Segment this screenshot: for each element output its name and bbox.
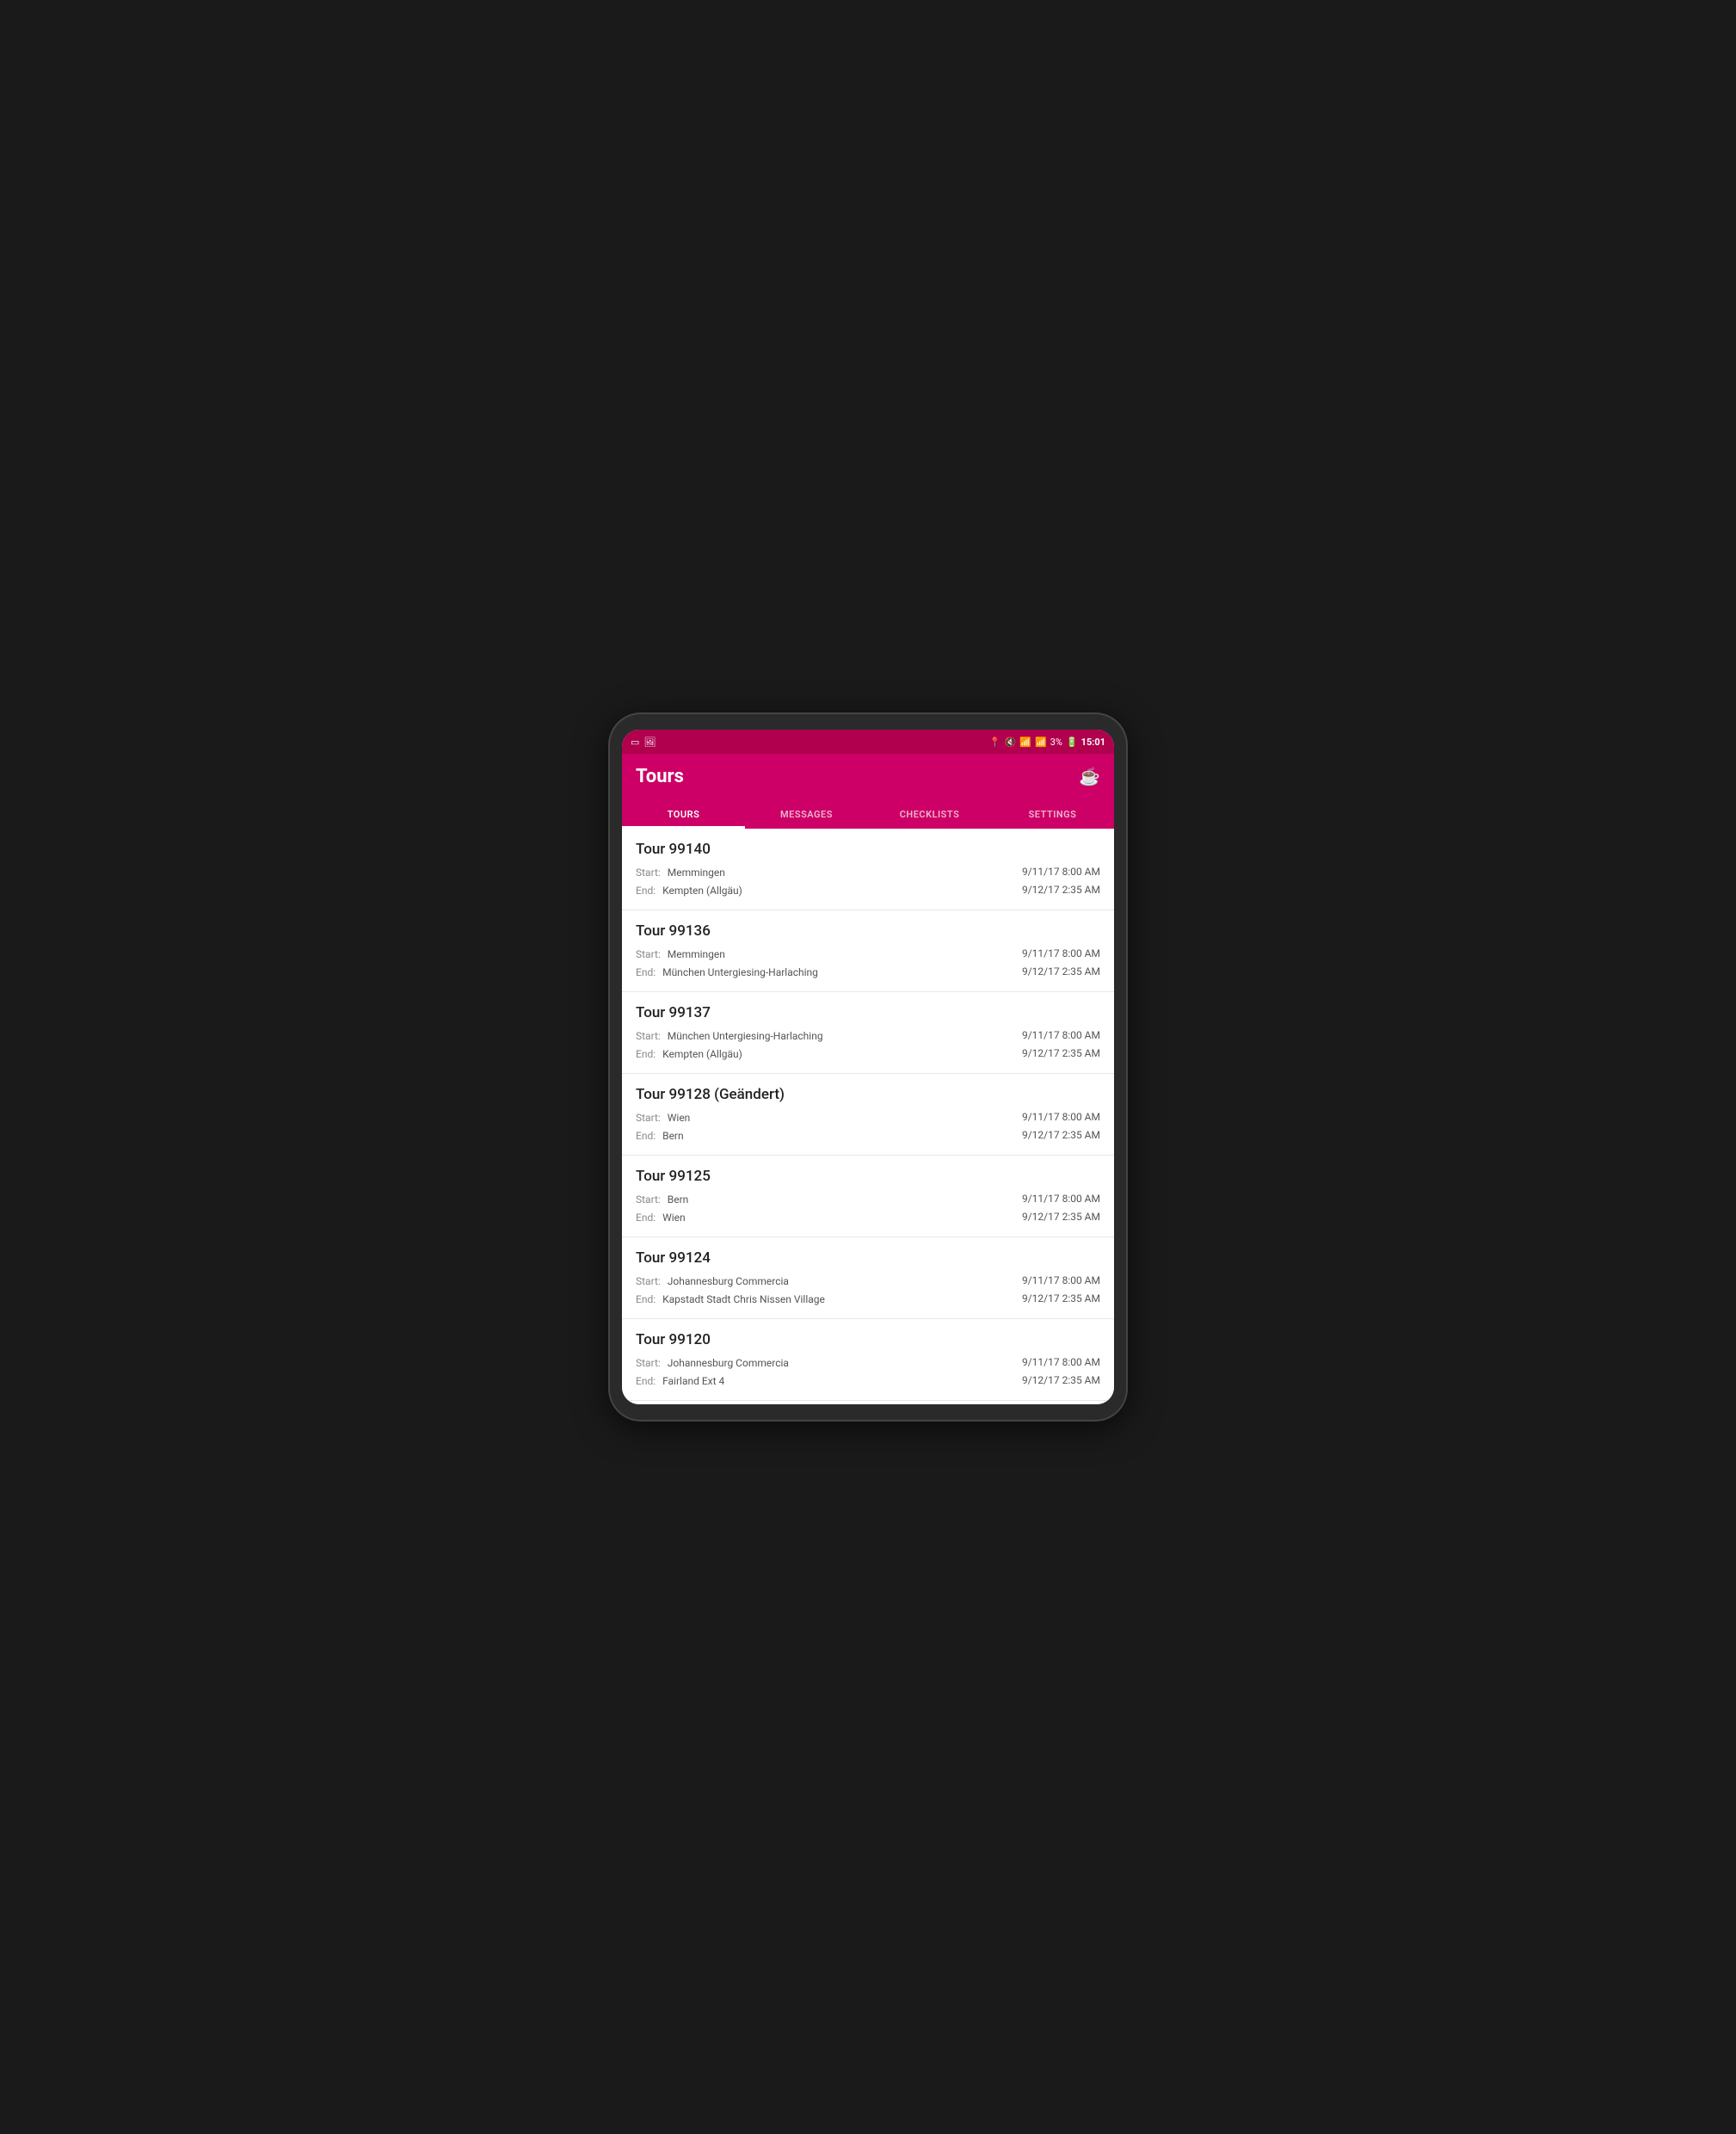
tour-end-location: End: Kapstadt Stadt Chris Nissen Village xyxy=(636,1290,825,1306)
tour-end-date: 9/12/17 2:35 AM xyxy=(1022,1292,1100,1304)
tour-end-row: End: Bern 9/12/17 2:35 AM xyxy=(636,1126,1100,1143)
tab-checklists[interactable]: CHECKLISTS xyxy=(868,799,991,829)
tour-start-location: Start: Memmingen xyxy=(636,863,725,879)
tour-item[interactable]: Tour 99125 Start: Bern 9/11/17 8:00 AM E… xyxy=(622,1156,1114,1237)
tour-title: Tour 99136 xyxy=(636,922,1100,940)
tour-item[interactable]: Tour 99136 Start: Memmingen 9/11/17 8:00… xyxy=(622,910,1114,992)
tour-start-date: 9/11/17 8:00 AM xyxy=(1022,1111,1100,1123)
tab-settings[interactable]: SETTINGS xyxy=(991,799,1114,829)
tour-start-date: 9/11/17 8:00 AM xyxy=(1022,1356,1100,1368)
tour-start-row: Start: Memmingen 9/11/17 8:00 AM xyxy=(636,945,1100,961)
coffee-icon[interactable]: ☕ xyxy=(1079,766,1100,786)
tour-start-row: Start: Wien 9/11/17 8:00 AM xyxy=(636,1108,1100,1125)
tour-end-location: End: Fairland Ext 4 xyxy=(636,1372,724,1388)
tour-start-location: Start: Memmingen xyxy=(636,945,725,961)
tour-title: Tour 99120 xyxy=(636,1331,1100,1348)
tour-end-location: End: Bern xyxy=(636,1126,684,1143)
tour-end-row: End: Wien 9/12/17 2:35 AM xyxy=(636,1208,1100,1224)
battery-percent: 3% xyxy=(1050,737,1062,748)
tour-end-date: 9/12/17 2:35 AM xyxy=(1022,1211,1100,1223)
tour-end-date: 9/12/17 2:35 AM xyxy=(1022,965,1100,978)
app-bar: Tours ☕ xyxy=(622,754,1114,799)
image-icon: 🖼 xyxy=(643,737,656,748)
tour-start-location: Start: Bern xyxy=(636,1190,688,1206)
tour-start-row: Start: München Untergiesing-Harlaching 9… xyxy=(636,1027,1100,1043)
tour-item[interactable]: Tour 99140 Start: Memmingen 9/11/17 8:00… xyxy=(622,829,1114,910)
tour-item[interactable]: Tour 99124 Start: Johannesburg Commercia… xyxy=(622,1237,1114,1319)
app-title: Tours xyxy=(636,766,684,787)
tour-end-date: 9/12/17 2:35 AM xyxy=(1022,1374,1100,1386)
tour-title: Tour 99140 xyxy=(636,841,1100,858)
tours-list: Tour 99140 Start: Memmingen 9/11/17 8:00… xyxy=(622,829,1114,1404)
tab-bar: TOURS MESSAGES CHECKLISTS SETTINGS xyxy=(622,799,1114,829)
tour-start-date: 9/11/17 8:00 AM xyxy=(1022,866,1100,878)
tour-end-row: End: Kapstadt Stadt Chris Nissen Village… xyxy=(636,1290,1100,1306)
tour-start-date: 9/11/17 8:00 AM xyxy=(1022,1029,1100,1041)
tablet-icon: ▭ xyxy=(631,737,639,748)
tour-end-row: End: München Untergiesing-Harlaching 9/1… xyxy=(636,963,1100,979)
tour-start-date: 9/11/17 8:00 AM xyxy=(1022,947,1100,959)
signal-icon: 📶 xyxy=(1035,737,1047,748)
tour-end-location: End: Kempten (Allgäu) xyxy=(636,1045,742,1061)
tour-start-row: Start: Bern 9/11/17 8:00 AM xyxy=(636,1190,1100,1206)
tour-end-location: End: Wien xyxy=(636,1208,686,1224)
tour-end-location: End: München Untergiesing-Harlaching xyxy=(636,963,818,979)
tour-item[interactable]: Tour 99128 (Geändert) Start: Wien 9/11/1… xyxy=(622,1074,1114,1156)
tour-start-location: Start: Johannesburg Commercia xyxy=(636,1272,789,1288)
tour-start-row: Start: Johannesburg Commercia 9/11/17 8:… xyxy=(636,1272,1100,1288)
tour-end-date: 9/12/17 2:35 AM xyxy=(1022,1129,1100,1141)
tour-title: Tour 99137 xyxy=(636,1004,1100,1021)
location-icon: 📍 xyxy=(989,737,1001,748)
tour-start-location: Start: München Untergiesing-Harlaching xyxy=(636,1027,823,1043)
tour-item[interactable]: Tour 99137 Start: München Untergiesing-H… xyxy=(622,992,1114,1074)
clock: 15:01 xyxy=(1081,737,1105,748)
tour-end-location: End: Kempten (Allgäu) xyxy=(636,881,742,897)
status-bar: ▭ 🖼 📍 🔇 📶 📶 3% 🔋 15:01 xyxy=(622,730,1114,754)
tour-title: Tour 99125 xyxy=(636,1168,1100,1185)
tour-start-row: Start: Johannesburg Commercia 9/11/17 8:… xyxy=(636,1354,1100,1370)
tour-start-location: Start: Wien xyxy=(636,1108,690,1125)
tablet-screen: ▭ 🖼 📍 🔇 📶 📶 3% 🔋 15:01 Tours ☕ TOURS MES… xyxy=(622,730,1114,1404)
wifi-icon: 📶 xyxy=(1019,737,1031,748)
tour-end-row: End: Fairland Ext 4 9/12/17 2:35 AM xyxy=(636,1372,1100,1388)
tab-tours[interactable]: TOURS xyxy=(622,799,745,829)
tour-end-date: 9/12/17 2:35 AM xyxy=(1022,884,1100,896)
tour-start-row: Start: Memmingen 9/11/17 8:00 AM xyxy=(636,863,1100,879)
tour-end-row: End: Kempten (Allgäu) 9/12/17 2:35 AM xyxy=(636,1045,1100,1061)
tour-title: Tour 99124 xyxy=(636,1249,1100,1267)
tour-start-date: 9/11/17 8:00 AM xyxy=(1022,1193,1100,1205)
tour-start-date: 9/11/17 8:00 AM xyxy=(1022,1274,1100,1286)
tour-item[interactable]: Tour 99120 Start: Johannesburg Commercia… xyxy=(622,1319,1114,1401)
tour-end-date: 9/12/17 2:35 AM xyxy=(1022,1047,1100,1059)
tour-end-row: End: Kempten (Allgäu) 9/12/17 2:35 AM xyxy=(636,881,1100,897)
tour-start-location: Start: Johannesburg Commercia xyxy=(636,1354,789,1370)
mute-icon: 🔇 xyxy=(1005,737,1017,748)
status-left-icons: ▭ 🖼 xyxy=(631,737,656,748)
battery-icon: 🔋 xyxy=(1066,737,1078,748)
status-right-icons: 📍 🔇 📶 📶 3% 🔋 15:01 xyxy=(989,737,1105,748)
tablet-frame: ▭ 🖼 📍 🔇 📶 📶 3% 🔋 15:01 Tours ☕ TOURS MES… xyxy=(610,714,1126,1420)
tab-messages[interactable]: MESSAGES xyxy=(745,799,868,829)
tour-title: Tour 99128 (Geändert) xyxy=(636,1086,1100,1103)
